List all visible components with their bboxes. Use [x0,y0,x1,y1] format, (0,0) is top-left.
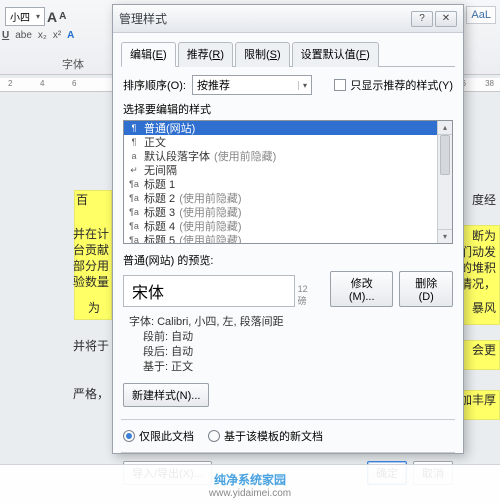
select-style-label: 选择要编辑的样式 [123,101,453,117]
watermark-title: 纯净系统家园 [214,471,286,488]
doc-text: 暴风 [472,300,496,316]
linked-icon: ¶a [128,235,140,244]
style-gallery-item[interactable]: AaL [466,6,496,24]
delete-button[interactable]: 删除(D) [399,271,453,307]
scope-radios: 仅限此文档 基于该模板的新文档 [123,428,453,444]
scrollbar[interactable]: ▴ ▾ [437,121,452,243]
checkbox-icon [334,79,346,91]
dialog-title: 管理样式 [119,10,167,27]
linked-icon: ¶a [128,221,140,231]
doc-text: 百 [76,192,88,208]
list-item[interactable]: ↵无间隔 [124,163,452,177]
tab-defaults[interactable]: 设置默认值(F) [292,42,379,67]
list-item[interactable]: ¶a标题 3 (使用前隐藏) [124,205,452,219]
radio-this-document[interactable]: 仅限此文档 [123,428,194,444]
list-item[interactable]: ¶普通(网站) [124,121,452,135]
list-item[interactable]: ¶a标题 4 (使用前隐藏) [124,219,452,233]
break-icon: ↵ [128,165,140,176]
doc-text: 部分用 [73,258,109,274]
ruler-tick: 4 [40,79,44,88]
show-recommended-checkbox[interactable]: 只显示推荐的样式(Y) [334,77,453,93]
tab-restrict[interactable]: 限制(S) [235,42,290,67]
linked-icon: ¶a [128,207,140,217]
doc-text: 验数量 [73,274,109,290]
doc-text: 断为 [472,228,496,244]
dialog-titlebar[interactable]: 管理样式 ? ✕ [113,5,463,33]
paragraph-icon: ¶ [128,123,140,133]
paragraph-icon: ¶ [128,137,140,147]
radio-icon [208,430,220,442]
scroll-up-icon[interactable]: ▴ [438,121,452,135]
font-color-button[interactable]: A [67,30,74,41]
chevron-down-icon: ▾ [36,12,40,21]
doc-text: 会更 [472,342,496,358]
superscript-button[interactable]: x² [53,30,61,41]
sort-order-value: 按推荐 [197,77,230,93]
char-icon: a [128,151,140,161]
shrink-font-icon[interactable]: A [59,11,66,22]
doc-text: 度经 [472,192,496,208]
tab-recommend[interactable]: 推荐(R) [178,42,233,67]
help-button[interactable]: ? [411,11,433,27]
chevron-down-icon: ▾ [298,81,307,90]
list-item[interactable]: ¶a标题 2 (使用前隐藏) [124,191,452,205]
doc-text: 加丰厚 [460,392,496,408]
manage-styles-dialog: 管理样式 ? ✕ 编辑(E) 推荐(R) 限制(S) 设置默认值(F) 排序顺序… [112,4,464,454]
list-item[interactable]: a默认段落字体 (使用前隐藏) [124,149,452,163]
radio-icon [123,430,135,442]
style-description: 字体: Calibri, 小四, 左, 段落间距 段前: 自动 段后: 自动 基… [123,315,453,375]
separator [121,452,455,453]
scroll-thumb[interactable] [440,135,450,175]
preview-label: 普通(网站) 的预览: [123,252,453,268]
list-item[interactable]: ¶a标题 5 (使用前隐藏) [124,233,452,244]
subscript-button[interactable]: x₂ [38,30,47,41]
linked-icon: ¶a [128,179,140,189]
ruler-tick: 2 [8,79,12,88]
list-item[interactable]: ¶正文 [124,135,452,149]
sort-order-select[interactable]: 按推荐 ▾ [192,75,312,95]
dialog-body: 排序顺序(O): 按推荐 ▾ 只显示推荐的样式(Y) 选择要编辑的样式 ¶普通(… [113,67,463,493]
new-style-button[interactable]: 新建样式(N)... [123,383,209,407]
doc-text: 并将于 [73,338,109,354]
font-size-group: 小四 ▾ A A [5,7,66,26]
preview-size: 12 磅 [298,284,318,307]
sort-order-label: 排序顺序(O): [123,77,186,93]
modify-button[interactable]: 修改(M)... [330,271,393,307]
style-preview-box: 宋体 [123,275,295,307]
scroll-down-icon[interactable]: ▾ [438,229,452,243]
show-recommended-label: 只显示推荐的样式(Y) [350,77,453,93]
ribbon-group-label: 字体 [62,56,84,72]
doc-text: 情况， [460,276,496,292]
doc-text: 台贡献 [73,242,109,258]
font-size-value: 小四 [10,9,30,24]
linked-icon: ¶a [128,193,140,203]
doc-text: 们动发 [460,244,496,260]
doc-text: 并在计 [73,226,109,242]
grow-font-icon[interactable]: A [47,9,57,25]
watermark: 纯净系统家园 www.yidaimei.com [0,464,500,504]
watermark-url: www.yidaimei.com [209,488,291,499]
radio-template[interactable]: 基于该模板的新文档 [208,428,323,444]
list-item[interactable]: ¶a标题 1 [124,177,452,191]
ruler-tick: 38 [485,79,494,88]
tab-edit[interactable]: 编辑(E) [121,42,176,67]
dialog-tabs: 编辑(E) 推荐(R) 限制(S) 设置默认值(F) [121,41,455,67]
doc-text: 的堆积 [460,260,496,276]
doc-text: 严格， [73,386,109,402]
close-button[interactable]: ✕ [435,11,457,27]
separator [121,419,455,420]
font-size-select[interactable]: 小四 ▾ [5,7,45,26]
doc-text: 为 [88,300,100,316]
font-effects-row: U abe x₂ x² A [2,30,74,41]
style-listbox[interactable]: ¶普通(网站) ¶正文 a默认段落字体 (使用前隐藏) ↵无间隔 ¶a标题 1 … [123,120,453,244]
ruler-tick: 6 [72,79,76,88]
underline-button[interactable]: U [2,30,9,41]
strike-button[interactable]: abe [15,30,32,41]
